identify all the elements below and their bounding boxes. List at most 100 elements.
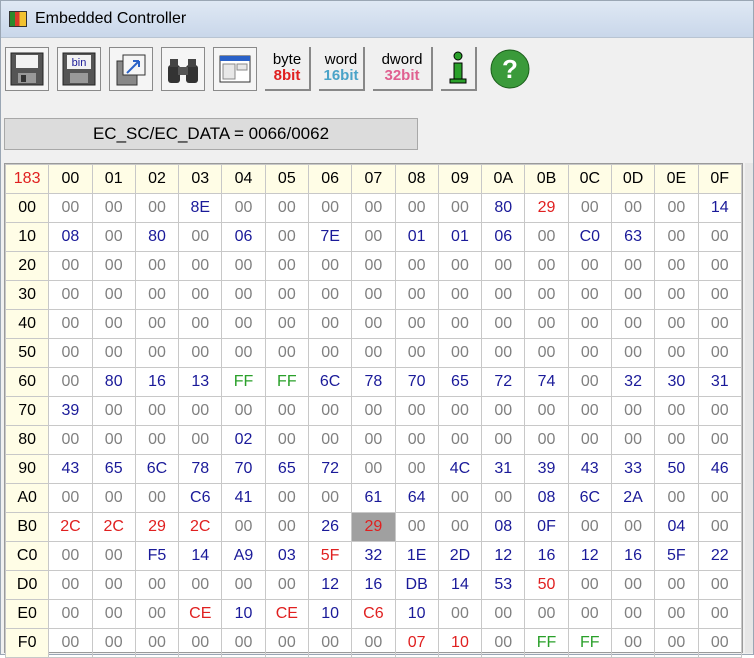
register-cell[interactable]: 00 [48,570,93,600]
register-cell[interactable]: FF [221,367,266,397]
register-cell[interactable]: 5F [654,541,699,571]
register-cell[interactable]: 00 [697,425,742,455]
register-cell[interactable]: 00 [697,628,742,658]
register-cell[interactable]: 50 [524,570,569,600]
register-cell[interactable]: 2C [178,512,223,542]
register-cell[interactable]: 12 [567,541,612,571]
register-cell[interactable]: 00 [481,338,526,368]
register-cell[interactable]: 00 [351,425,396,455]
register-cell[interactable]: 00 [567,570,612,600]
register-cell[interactable]: 00 [524,222,569,252]
register-cell[interactable]: 00 [264,222,309,252]
save-button[interactable] [5,47,49,91]
register-cell[interactable]: 46 [697,454,742,484]
register-cell[interactable]: 64 [394,483,439,513]
register-cell[interactable]: 00 [524,425,569,455]
register-cell[interactable]: 80 [91,367,136,397]
register-cell[interactable]: 00 [610,570,656,600]
register-cell[interactable]: 00 [91,338,136,368]
register-cell[interactable]: 00 [134,599,180,629]
register-cell[interactable]: 00 [48,280,93,310]
register-cell[interactable]: 70 [221,454,266,484]
register-cell[interactable]: 00 [264,338,309,368]
register-cell[interactable]: A9 [221,541,266,571]
register-cell[interactable]: 00 [178,425,223,455]
register-cell[interactable]: 00 [134,338,180,368]
register-cell[interactable]: 08 [481,512,526,542]
register-cell[interactable]: 00 [524,396,569,426]
register-cell[interactable]: 00 [264,425,309,455]
register-cell[interactable]: 00 [91,541,136,571]
info-button[interactable] [441,47,477,91]
register-cell[interactable]: 00 [567,251,612,281]
window-button[interactable] [213,47,257,91]
register-cell[interactable]: 00 [91,599,136,629]
register-cell[interactable]: 00 [48,425,93,455]
register-cell[interactable]: 00 [697,280,742,310]
register-cell[interactable]: 00 [654,280,699,310]
register-cell[interactable]: 00 [610,396,656,426]
register-cell[interactable]: 00 [610,251,656,281]
register-cell[interactable]: 50 [654,454,699,484]
register-cell[interactable]: 00 [481,251,526,281]
register-cell[interactable]: 00 [178,570,223,600]
register-cell[interactable]: 00 [134,396,180,426]
register-cell[interactable]: 00 [524,338,569,368]
register-cell[interactable]: 00 [178,309,223,339]
register-cell[interactable]: 00 [178,280,223,310]
register-cell[interactable]: 00 [610,628,656,658]
register-cell[interactable]: 2C [91,512,136,542]
register-cell[interactable]: 00 [221,193,266,223]
register-cell[interactable]: 00 [178,628,223,658]
register-cell[interactable]: 00 [91,570,136,600]
register-cell[interactable]: 02 [221,425,266,455]
register-cell[interactable]: 33 [610,454,656,484]
register-cell[interactable]: 00 [654,599,699,629]
register-cell[interactable]: 00 [351,222,396,252]
register-cell[interactable]: 00 [697,599,742,629]
register-cell[interactable]: 00 [697,396,742,426]
register-cell[interactable]: 00 [307,396,353,426]
register-cell[interactable]: 70 [394,367,439,397]
register-cell[interactable]: 43 [48,454,93,484]
register-cell[interactable]: 10 [394,599,439,629]
register-cell[interactable]: 00 [437,251,483,281]
register-cell[interactable]: 01 [437,222,483,252]
register-cell[interactable]: 00 [654,483,699,513]
register-cell[interactable]: 00 [567,512,612,542]
register-cell[interactable]: 65 [264,454,309,484]
register-cell[interactable]: 00 [654,570,699,600]
vertical-scrollbar[interactable] [745,163,753,653]
register-cell[interactable]: 00 [351,338,396,368]
register-cell[interactable]: 80 [134,222,180,252]
register-cell[interactable]: 00 [351,193,396,223]
register-cell[interactable]: 12 [307,570,353,600]
register-cell[interactable]: 78 [178,454,223,484]
register-cell[interactable]: 03 [264,541,309,571]
register-cell[interactable]: 00 [437,280,483,310]
register-cell[interactable]: 00 [264,570,309,600]
register-cell[interactable]: 00 [134,251,180,281]
register-cell[interactable]: 00 [221,628,266,658]
register-cell[interactable]: 31 [481,454,526,484]
register-cell[interactable]: 00 [48,367,93,397]
register-cell[interactable]: 06 [221,222,266,252]
register-cell[interactable]: CE [178,599,223,629]
register-cell[interactable]: 00 [394,309,439,339]
register-cell[interactable]: 00 [48,338,93,368]
register-cell[interactable]: 00 [610,309,656,339]
register-cell[interactable]: 00 [91,280,136,310]
register-cell[interactable]: 00 [567,280,612,310]
register-cell[interactable]: 00 [178,396,223,426]
register-cell[interactable]: 01 [394,222,439,252]
register-cell[interactable]: 00 [567,425,612,455]
register-cell[interactable]: 14 [437,570,483,600]
register-cell[interactable]: 10 [221,599,266,629]
register-cell[interactable]: 39 [524,454,569,484]
register-cell[interactable]: C0 [567,222,612,252]
register-cell[interactable]: 00 [351,454,396,484]
register-cell[interactable]: 14 [697,193,742,223]
register-cell[interactable]: FF [524,628,569,658]
word-16bit-button[interactable]: word 16bit [319,47,365,91]
register-cell[interactable]: 72 [307,454,353,484]
